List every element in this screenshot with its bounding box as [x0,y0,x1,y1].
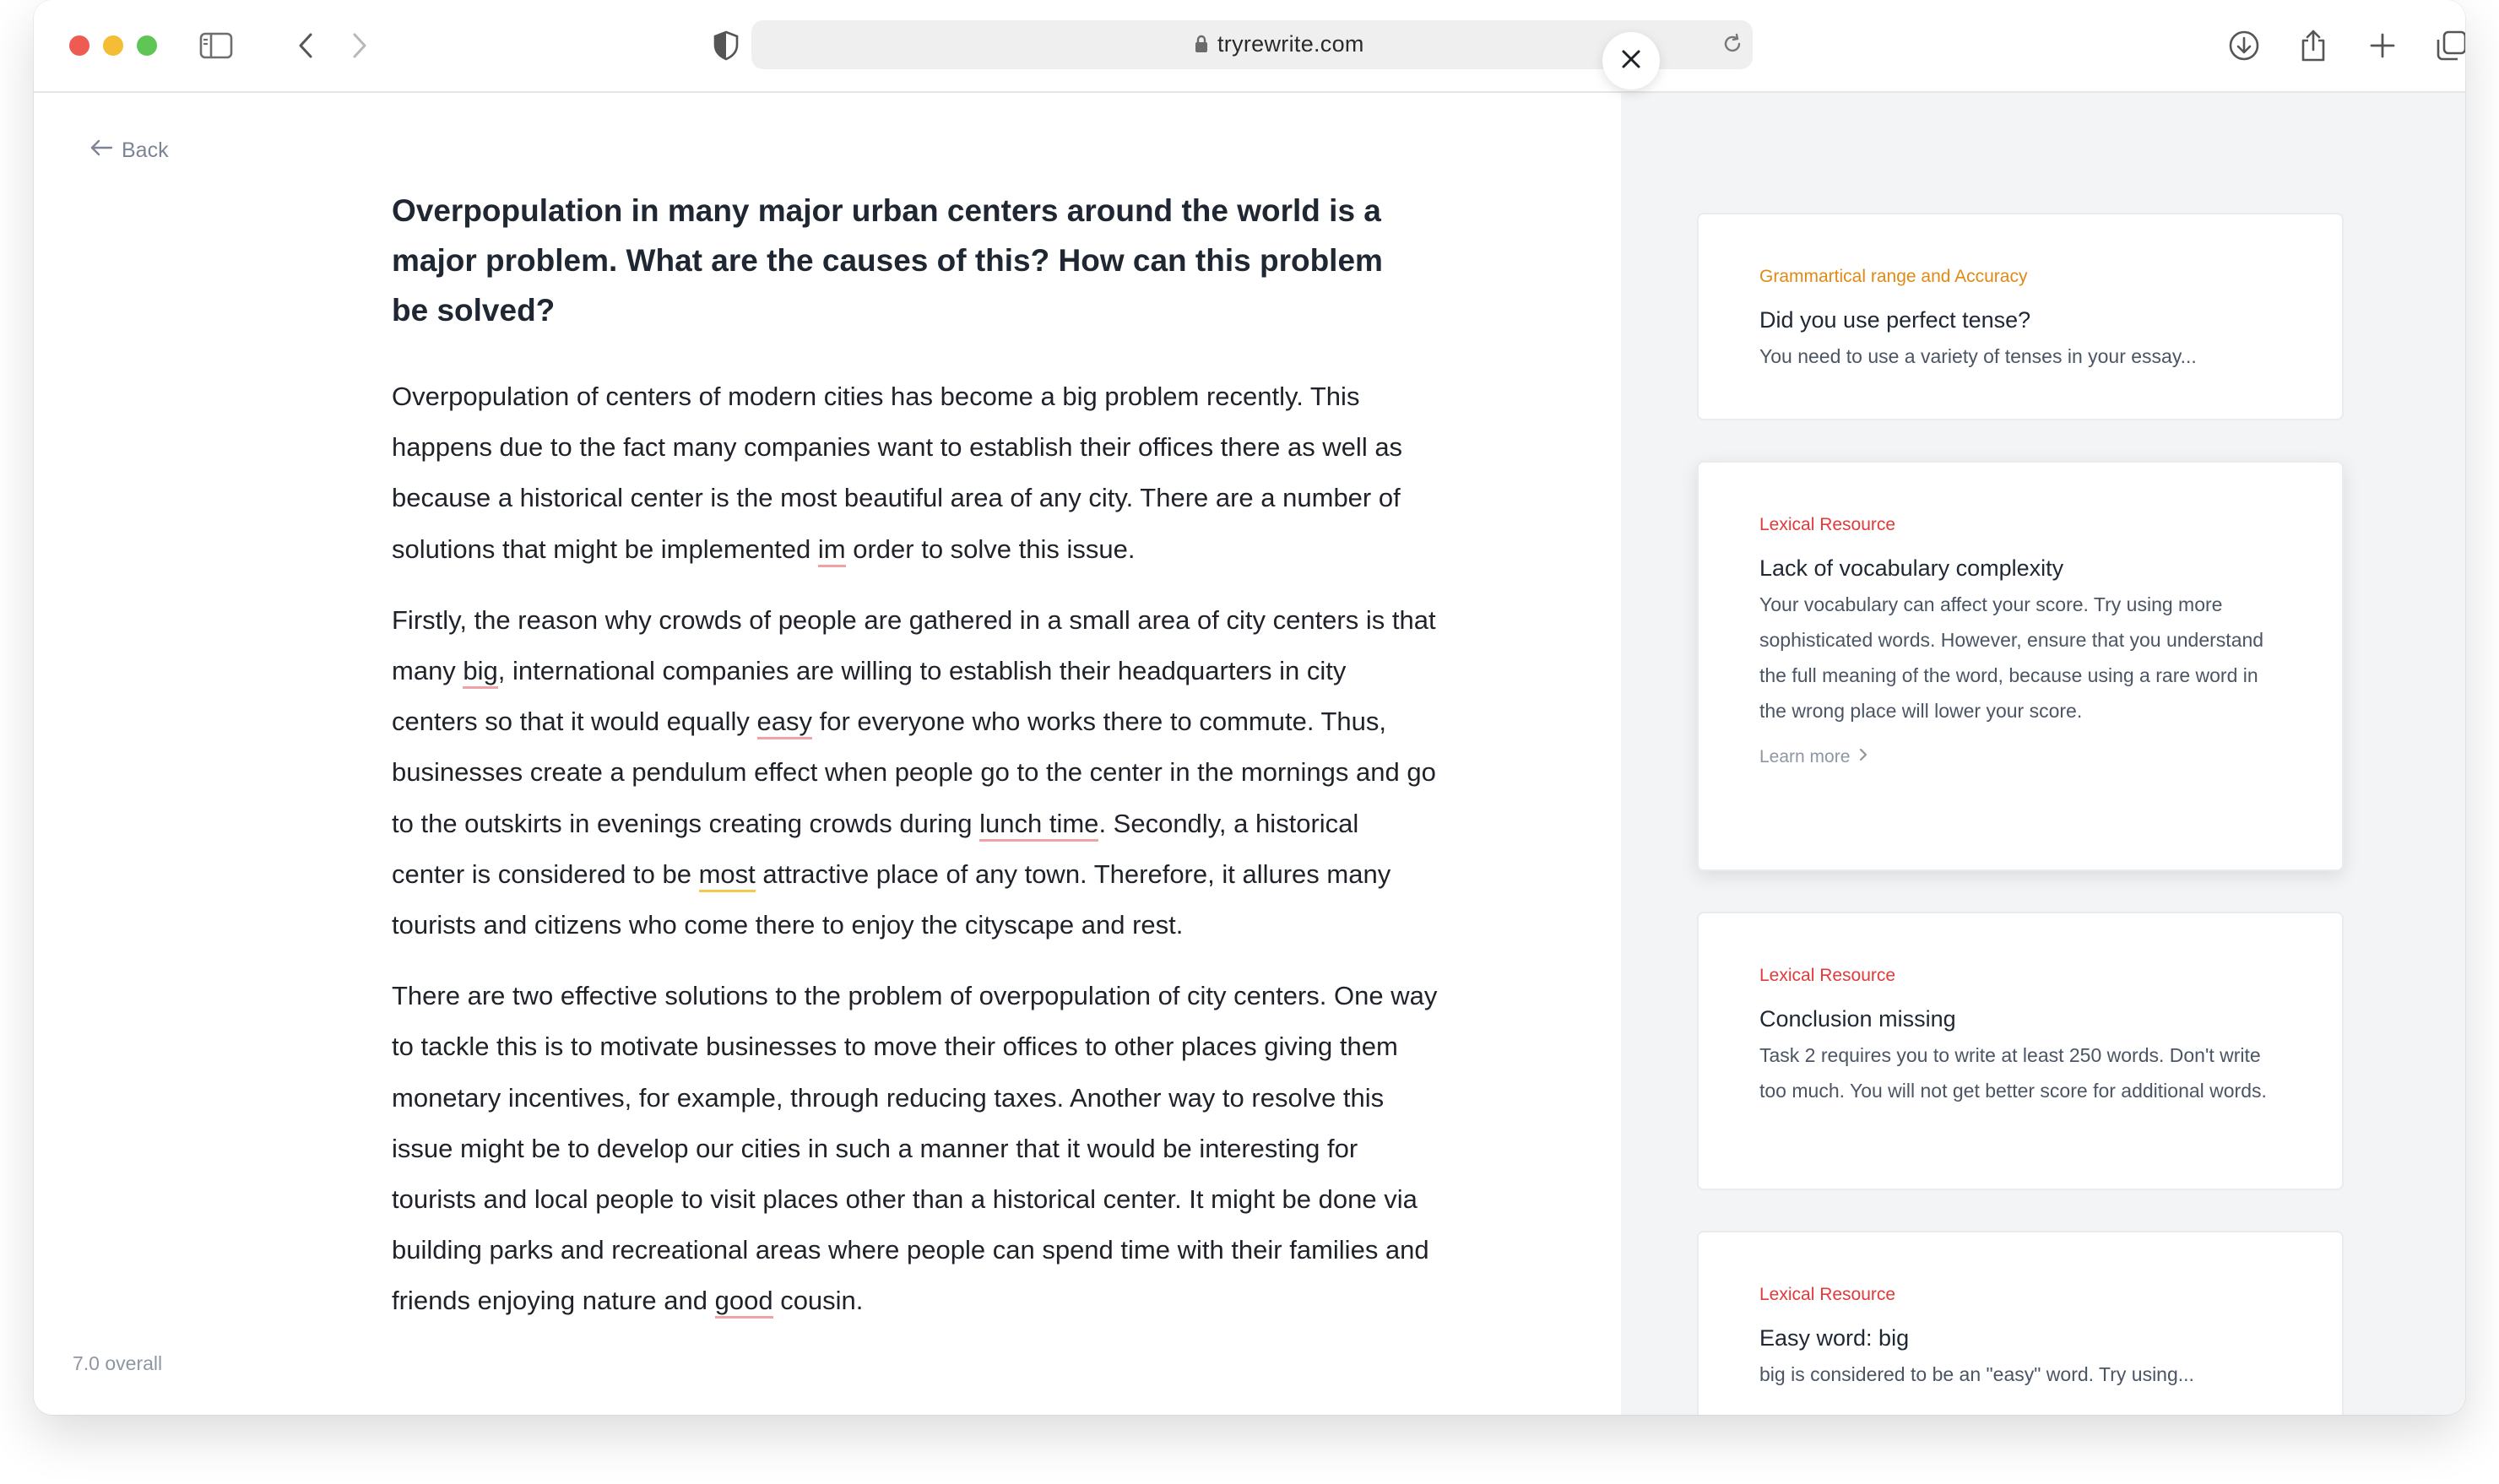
minimize-window-button[interactable] [103,35,123,56]
reload-icon[interactable] [1721,32,1744,60]
back-link[interactable]: Back [89,138,169,163]
feedback-card[interactable]: Grammartical range and Accuracy Did you … [1697,213,2344,420]
feedback-category: Lexical Resource [1759,966,1896,985]
close-icon [1620,48,1642,74]
feedback-title: Did you use perfect tense? [1759,307,2031,333]
new-tab-plus-icon[interactable] [2362,25,2403,66]
feedback-title: Easy word: big [1759,1325,1910,1351]
learn-more-link[interactable]: Learn more [1759,747,2281,767]
essay-paragraph: Overpopulation of centers of modern citi… [392,371,1439,575]
browser-toolbar: tryrewrite.com [34,0,2465,93]
essay-panel: Back Overpopulation in many major urban … [34,93,1621,1415]
feedback-card-active[interactable]: Lexical Resource Lack of vocabulary comp… [1697,461,2344,871]
url-text: tryrewrite.com [1217,31,1364,57]
essay-paragraph: Firstly, the reason why crowds of people… [392,595,1439,951]
flagged-word[interactable]: lunch time [979,808,1099,842]
feedback-category: Lexical Resource [1759,515,1896,534]
flagged-word-warning[interactable]: most [698,858,756,892]
arrow-left-icon [89,138,113,163]
essay-paragraph: There are two effective solutions to the… [392,971,1439,1326]
tab-overview-icon[interactable] [2431,25,2465,66]
feedback-category: Lexical Resource [1759,1285,1896,1304]
privacy-shield-icon[interactable] [706,25,746,66]
zoom-window-button[interactable] [137,35,157,56]
essay-text-run: cousin. [772,1286,864,1316]
essay-text[interactable]: Overpopulation of centers of modern citi… [392,371,1439,1347]
feedback-card[interactable]: Lexical Resource Conclusion missing Task… [1697,912,2344,1190]
sidebar-toggle-icon[interactable] [196,25,236,66]
feedback-card[interactable]: Lexical Resource Easy word: big big is c… [1697,1231,2344,1415]
learn-more-label: Learn more [1759,747,1851,766]
flagged-word[interactable]: easy [756,707,813,740]
close-window-button[interactable] [69,35,89,56]
feedback-title: Lack of vocabulary complexity [1759,555,2064,581]
download-icon[interactable] [2224,25,2264,66]
flagged-word[interactable]: big [463,656,498,690]
close-sidebar-button[interactable] [1602,32,1660,89]
feedback-title: Conclusion missing [1759,1006,1956,1032]
essay-text-run: There are two effective solutions to the… [392,981,1438,1316]
back-arrow-icon[interactable] [285,25,326,66]
browser-window: tryrewrite.com Back Overpopulation in ma… [34,0,2465,1415]
chevron-right-icon [1858,747,1868,767]
flagged-word[interactable]: good [714,1286,773,1319]
feedback-body: Task 2 requires you to write at least 25… [1759,1044,2267,1102]
feedback-body: You need to use a variety of tenses in y… [1759,345,2197,367]
overall-score: 7.0 overall [73,1352,163,1374]
flagged-word[interactable]: im [817,533,846,567]
forward-arrow-icon[interactable] [339,25,380,66]
feedback-category: Grammartical range and Accuracy [1759,267,2028,286]
essay-text-run: order to solve this issue. [845,533,1136,564]
lock-icon [1194,34,1209,58]
essay-question: Overpopulation in many major urban cente… [392,193,1383,328]
share-icon[interactable] [2293,25,2334,66]
feedback-body: Your vocabulary can affect your score. T… [1759,593,2264,722]
back-label: Back [122,138,169,162]
feedback-body: big is considered to be an "easy" word. … [1759,1363,2194,1385]
